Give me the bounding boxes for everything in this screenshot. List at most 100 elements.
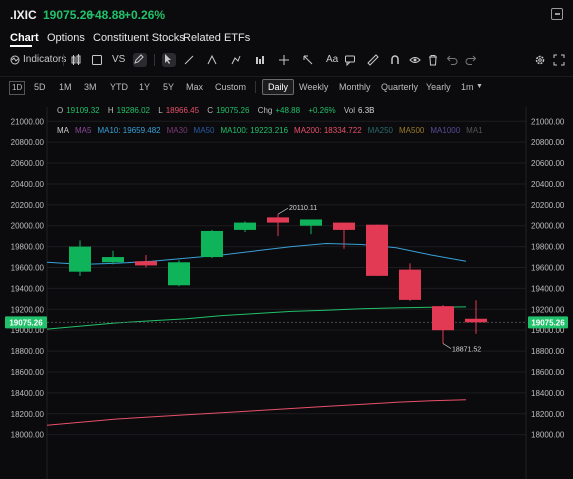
- candle-body[interactable]: [201, 230, 223, 258]
- indicators-button[interactable]: Indicators: [23, 52, 66, 68]
- interval-yearly[interactable]: Yearly: [426, 81, 451, 93]
- low-label: L: [158, 106, 163, 115]
- interval-monthly[interactable]: Monthly: [339, 81, 371, 93]
- candle-body[interactable]: [399, 269, 421, 300]
- y-tick-label-left: 18600.00: [11, 368, 45, 377]
- y-tick-label-left: 18000.00: [11, 431, 45, 440]
- y-tick-label-left: 19200.00: [11, 305, 45, 314]
- trend-line-icon[interactable]: [183, 54, 195, 66]
- tab-options[interactable]: Options: [47, 32, 85, 44]
- vol-label: Vol: [343, 106, 356, 115]
- candle-body[interactable]: [168, 262, 190, 286]
- measure-icon[interactable]: [278, 54, 290, 66]
- ma-legend-item[interactable]: MA50: [194, 126, 215, 135]
- tab-bar: Chart Options Constituent Stocks Related…: [0, 28, 573, 48]
- ohlc-legend: O 19109.32 H 19286.02 L 18966.45 C 19075.26 …: [57, 106, 381, 115]
- y-tick-label-right: 18000.00: [531, 431, 565, 440]
- chart-canvas[interactable]: 21000.00 21000.00 20800.00 20800.00 20600.00…: [0, 97, 573, 479]
- low-annotation: 18871.52: [452, 347, 481, 354]
- interval-minute-dropdown[interactable]: 1m: [461, 81, 474, 93]
- fib-icon[interactable]: [230, 54, 242, 66]
- chart-toolbar: Indicators VS Aa: [0, 52, 573, 70]
- candle-body[interactable]: [102, 257, 124, 263]
- candle-body[interactable]: [465, 318, 487, 323]
- y-tick-label-left: 18800.00: [11, 347, 45, 356]
- open-label: O: [57, 106, 64, 115]
- ma-legend-item[interactable]: MA1: [466, 126, 482, 135]
- price-change: +48.88: [88, 8, 126, 22]
- ruler-icon[interactable]: [367, 54, 379, 66]
- interval-weekly[interactable]: Weekly: [299, 81, 328, 93]
- period-1d[interactable]: 1D: [9, 81, 26, 95]
- y-tick-label-left: 19800.00: [11, 243, 45, 252]
- ma100-line: [46, 306, 467, 330]
- interval-daily[interactable]: Daily: [262, 79, 295, 95]
- y-tick-label-right: 18400.00: [531, 389, 565, 398]
- price-chart[interactable]: 21000.00 21000.00 20800.00 20800.00 20600.00…: [0, 97, 573, 479]
- ma-legend-item[interactable]: MA500: [399, 126, 424, 135]
- ma-legend-item[interactable]: MA250: [368, 126, 393, 135]
- y-tick-label-right: 18800.00: [531, 347, 565, 356]
- settings-gear-icon[interactable]: [534, 54, 546, 66]
- active-tab-indicator: [10, 45, 32, 47]
- close-value: 19075.26: [216, 106, 250, 115]
- header: .IXIC 19075.26 +48.88 +0.26%: [0, 0, 573, 28]
- y-tick-label-right: 19800.00: [531, 243, 565, 252]
- period-5y[interactable]: 5Y: [163, 81, 174, 93]
- pattern-icon[interactable]: [254, 54, 266, 66]
- ma-legend-item[interactable]: MA10: 19659.482: [97, 126, 160, 135]
- candle-body[interactable]: [267, 217, 289, 223]
- expand-icon[interactable]: [551, 8, 563, 20]
- redo-icon[interactable]: [465, 54, 477, 66]
- tab-chart[interactable]: Chart: [10, 32, 39, 44]
- cursor-icon[interactable]: [162, 53, 176, 67]
- undo-icon[interactable]: [446, 54, 458, 66]
- high-annotation-leader: [277, 207, 289, 215]
- y-tick-label-right: 20000.00: [531, 222, 565, 231]
- candle-body[interactable]: [432, 306, 454, 331]
- y-tick-label-right: 19200.00: [531, 305, 565, 314]
- candle-body[interactable]: [333, 222, 355, 230]
- text-tool-button[interactable]: Aa: [326, 52, 338, 68]
- indicators-icon[interactable]: [9, 54, 21, 66]
- period-1m[interactable]: 1M: [59, 81, 72, 93]
- magnet-icon[interactable]: [389, 54, 401, 66]
- tab-constituent-stocks[interactable]: Constituent Stocks: [93, 32, 185, 44]
- draw-pencil-icon[interactable]: [133, 53, 147, 67]
- price-change-percent: +0.26%: [124, 8, 166, 22]
- ma-legend-item[interactable]: MA200: 18334.722: [294, 126, 362, 135]
- y-tick-label-left: 20600.00: [11, 159, 45, 168]
- candlestick-type-icon[interactable]: [70, 54, 82, 66]
- ma-legend-item[interactable]: MA30: [167, 126, 188, 135]
- y-tick-label-left: 18200.00: [11, 410, 45, 419]
- ma-legend-item[interactable]: MA: [57, 126, 69, 135]
- period-5d[interactable]: 5D: [34, 81, 46, 93]
- candle-body[interactable]: [234, 222, 256, 230]
- channel-icon[interactable]: [206, 54, 218, 66]
- layout-icon[interactable]: [91, 54, 103, 66]
- visibility-eye-icon[interactable]: [409, 54, 421, 66]
- delete-trash-icon[interactable]: [427, 54, 439, 66]
- period-3m[interactable]: 3M: [84, 81, 97, 93]
- last-price-label-right: 19075.26: [531, 318, 565, 327]
- chevron-down-icon[interactable]: ▼: [476, 81, 483, 93]
- y-tick-label-left: 20200.00: [11, 201, 45, 210]
- tab-related-etfs[interactable]: Related ETFs: [183, 32, 250, 44]
- candle-body[interactable]: [366, 224, 388, 276]
- candle-body[interactable]: [135, 261, 157, 266]
- ma-legend-item[interactable]: MA100: 19223.216: [220, 126, 288, 135]
- ma-legend-item[interactable]: MA1000: [430, 126, 460, 135]
- period-1y[interactable]: 1Y: [139, 81, 150, 93]
- period-max[interactable]: Max: [186, 81, 203, 93]
- interval-quarterly[interactable]: Quarterly: [381, 81, 418, 93]
- chg-pct-value: +0.26%: [308, 106, 336, 115]
- candle-body[interactable]: [69, 246, 91, 272]
- candle-body[interactable]: [300, 219, 322, 226]
- compare-vs-button[interactable]: VS: [112, 52, 125, 68]
- arrow-tool-icon[interactable]: [302, 54, 314, 66]
- ma-legend-item[interactable]: MA5: [75, 126, 91, 135]
- period-custom[interactable]: Custom: [215, 81, 246, 93]
- comment-icon[interactable]: [344, 54, 356, 66]
- fullscreen-icon[interactable]: [553, 54, 565, 66]
- period-ytd[interactable]: YTD: [110, 81, 128, 93]
